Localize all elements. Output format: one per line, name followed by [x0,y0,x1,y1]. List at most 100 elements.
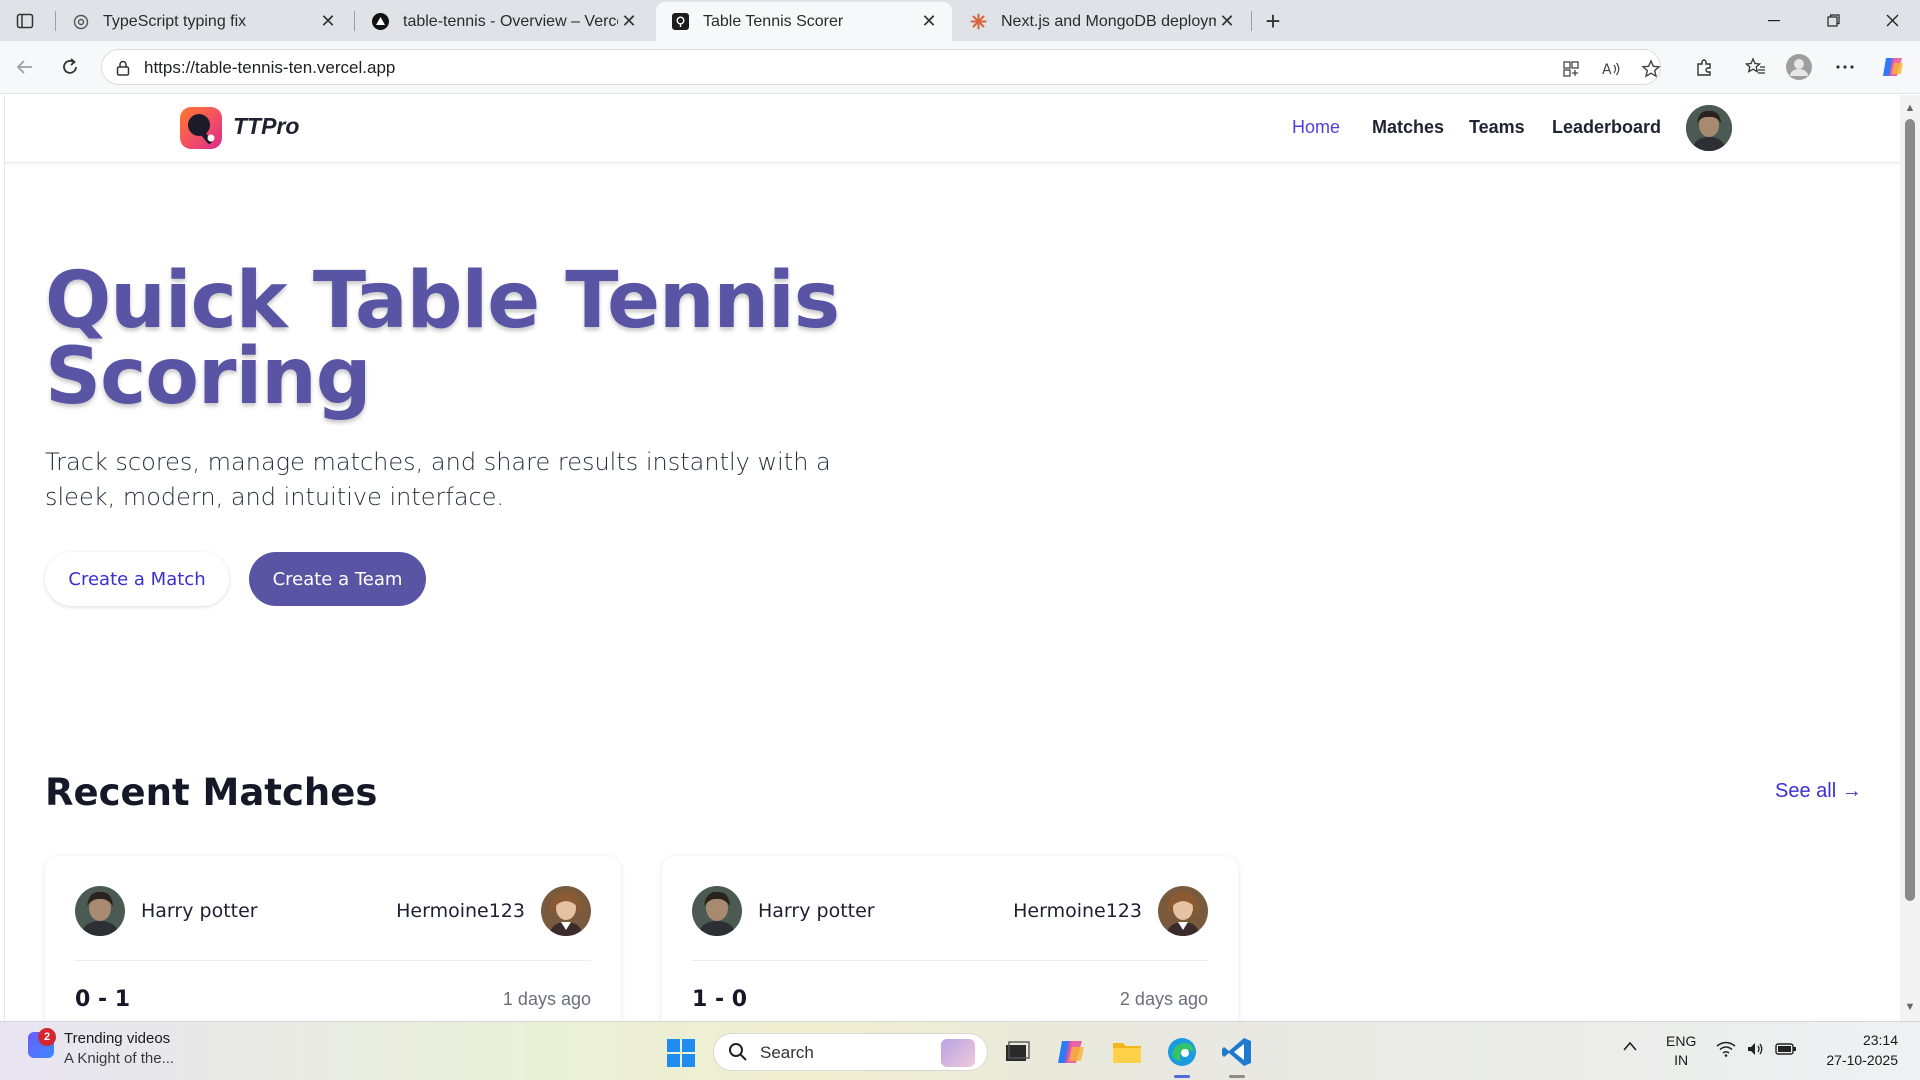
scroll-down-icon[interactable]: ▼ [1904,1002,1916,1013]
windows-start-icon[interactable] [666,1038,696,1068]
close-tab-icon[interactable]: ✕ [618,11,640,33]
extensions-icon[interactable] [1688,51,1720,83]
address-bar[interactable]: https://table-tennis-ten.vercel.app A [101,49,1661,85]
player1-name: Harry potter [141,900,258,922]
language-indicator[interactable]: ENG IN [1666,1032,1696,1070]
player2-avatar [541,886,591,936]
minimize-icon[interactable] [1746,0,1802,41]
app-available-icon[interactable] [1560,58,1582,80]
tab-actions-icon[interactable] [12,8,38,34]
vercel-icon [372,13,389,30]
player1-avatar [75,886,125,936]
page-viewport: TTPro Home Matches Teams Leaderboard Qui… [4,95,1900,1021]
new-tab-button[interactable]: + [1258,6,1288,36]
favorites-icon[interactable] [1739,51,1771,83]
recent-matches-heading: Recent Matches [45,771,378,814]
close-tab-icon[interactable]: ✕ [1216,11,1238,33]
scrollbar-thumb[interactable] [1905,119,1915,901]
site-info-icon[interactable] [114,59,132,77]
profile-icon[interactable] [1783,51,1815,83]
back-icon[interactable] [9,51,41,83]
clock-date: 27-10-2025 [1826,1052,1898,1068]
match-card[interactable]: Harry potter Hermoine123 0 - 1 1 days ag… [45,856,621,1021]
show-hidden-icons[interactable] [1622,1040,1638,1055]
read-aloud-icon[interactable]: A [1600,58,1622,80]
claude-icon [970,13,987,30]
tab-label: Table Tennis Scorer [703,12,844,30]
clock-time: 23:14 [1862,1032,1898,1048]
svg-text:A: A [1602,62,1612,78]
notification-badge: 2 [38,1028,56,1046]
nav-matches[interactable]: Matches [1372,117,1444,138]
tab-label: Next.js and MongoDB deploymen [1001,12,1216,30]
card-divider [75,960,591,961]
tab-vercel-overview[interactable]: table-tennis - Overview – Vercel ✕ [356,2,652,41]
site-icon [672,13,689,30]
card-divider [692,960,1208,961]
hero-title: Quick Table Tennis Scoring [45,256,840,422]
language-code: ENG [1666,1033,1697,1049]
active-app-indicator [1174,1075,1190,1078]
close-tab-icon[interactable]: ✕ [918,11,940,33]
taskbar: 2 Trending videos A Knight of the... Sea… [0,1021,1920,1080]
vscode-icon[interactable] [1220,1035,1254,1069]
search-highlight-icon [941,1039,975,1067]
tab-typescript-typing-fix[interactable]: TypeScript typing fix ✕ [56,2,351,41]
player1-name: Harry potter [758,900,875,922]
widget-title[interactable]: Trending videos [64,1030,170,1047]
create-match-button[interactable]: Create a Match [45,552,229,606]
region-code: IN [1674,1052,1689,1068]
create-team-button[interactable]: Create a Team [249,552,426,606]
tab-separator [354,11,355,31]
search-icon [728,1042,748,1062]
openai-icon [72,13,89,30]
site-header: TTPro Home Matches Teams Leaderboard [5,95,1900,163]
widget-subtitle[interactable]: A Knight of the... [64,1050,174,1067]
hero-subtitle: Track scores, manage matches, and share … [45,448,831,511]
match-score: 1 - 0 [692,987,748,1012]
wifi-icon[interactable] [1716,1041,1736,1060]
tab-nextjs-mongodb[interactable]: Next.js and MongoDB deploymen ✕ [954,2,1250,41]
open-app-indicator [1229,1075,1245,1078]
taskbar-search[interactable]: Search [713,1033,988,1071]
match-time-ago: 1 days ago [502,989,591,1009]
player2-name: Hermoine123 [1013,900,1142,922]
user-avatar[interactable] [1686,105,1732,151]
close-window-icon[interactable] [1864,0,1920,41]
brand-name[interactable]: TTPro [233,113,299,140]
scroll-up-icon[interactable]: ▲ [1904,103,1916,114]
match-time-ago: 2 days ago [1119,989,1208,1009]
volume-icon[interactable] [1746,1041,1764,1060]
edge-browser-icon[interactable] [1165,1035,1199,1069]
player1-avatar [692,886,742,936]
match-score: 0 - 1 [75,987,131,1012]
refresh-icon[interactable] [54,51,86,83]
file-explorer-icon[interactable] [1110,1035,1144,1069]
ttpro-logo[interactable] [180,107,222,149]
player2-name: Hermoine123 [396,900,525,922]
battery-icon[interactable] [1775,1042,1797,1059]
page-scrollbar[interactable]: ▲ ▼ [1900,95,1920,1021]
player2-avatar [1158,886,1208,936]
tab-label: TypeScript typing fix [103,12,247,30]
close-tab-icon[interactable]: ✕ [317,11,339,33]
copilot-icon[interactable] [1877,51,1909,83]
search-placeholder: Search [760,1043,814,1062]
system-clock[interactable]: 23:14 27-10-2025 [1818,1030,1898,1070]
browser-tab-strip: TypeScript typing fix ✕ table-tennis - O… [0,0,1920,41]
favorite-star-icon[interactable] [1640,58,1662,80]
match-card[interactable]: Harry potter Hermoine123 1 - 0 2 days ag… [662,856,1238,1021]
browser-toolbar: https://table-tennis-ten.vercel.app A [0,41,1920,94]
nav-home[interactable]: Home [1292,117,1340,138]
see-all-link[interactable]: See all → [1775,780,1862,803]
tab-separator [1251,11,1252,31]
tab-table-tennis-scorer[interactable]: Table Tennis Scorer ✕ [656,2,952,41]
tab-label: table-tennis - Overview – Vercel [403,12,618,30]
more-options-icon[interactable] [1829,51,1861,83]
url-text: https://table-tennis-ten.vercel.app [144,58,396,77]
nav-teams[interactable]: Teams [1469,117,1525,138]
task-view-icon[interactable] [1000,1035,1034,1069]
nav-leaderboard[interactable]: Leaderboard [1552,117,1661,138]
copilot-taskbar-icon[interactable] [1054,1035,1088,1069]
restore-icon[interactable] [1805,0,1861,41]
